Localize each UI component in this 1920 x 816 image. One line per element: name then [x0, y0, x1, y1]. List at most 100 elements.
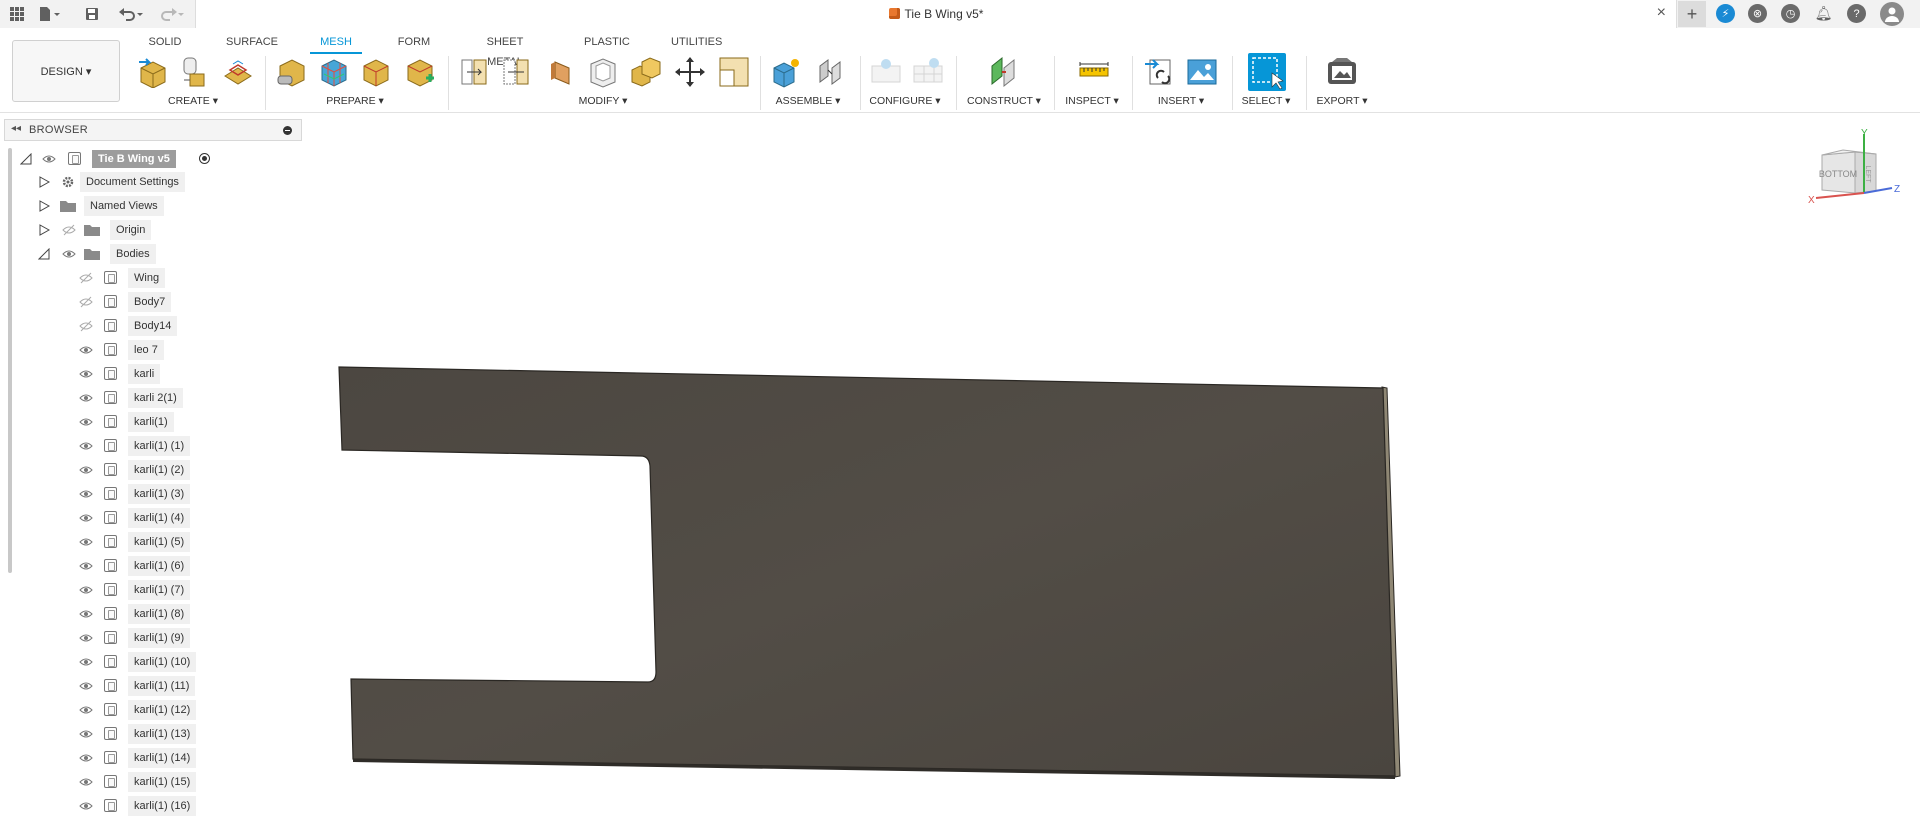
- configure-table-icon[interactable]: [870, 56, 902, 88]
- eye-icon[interactable]: [79, 440, 93, 452]
- expanded-triangle-icon[interactable]: [20, 153, 32, 165]
- eye-icon[interactable]: [42, 153, 56, 165]
- body-row[interactable]: karli(1) (5): [76, 532, 236, 552]
- workspace-switcher-button[interactable]: DESIGN ▾: [12, 40, 120, 102]
- body-row[interactable]: karli(1) (15): [76, 772, 236, 792]
- eye-icon[interactable]: [79, 800, 93, 812]
- new-tab-button[interactable]: +: [1678, 1, 1706, 27]
- redo-icon[interactable]: [156, 2, 186, 26]
- construct-menu[interactable]: CONSTRUCT ▾: [964, 94, 1044, 108]
- repair-icon[interactable]: [276, 56, 308, 88]
- eye-icon[interactable]: [79, 608, 93, 620]
- browser-folder-bodies[interactable]: Bodies: [38, 244, 238, 264]
- tessellate-icon[interactable]: [176, 56, 208, 88]
- body-row[interactable]: karli(1) (10): [76, 652, 236, 672]
- body-row[interactable]: karli(1) (16): [76, 796, 236, 816]
- collapse-panel-icon[interactable]: ◂◂: [11, 123, 21, 134]
- select-tool-button[interactable]: [1248, 53, 1286, 91]
- configure-menu[interactable]: CONFIGURE ▾: [866, 94, 944, 108]
- joint-icon[interactable]: [814, 56, 846, 88]
- help-icon[interactable]: ?: [1847, 4, 1866, 23]
- eye-hidden-icon[interactable]: [79, 272, 93, 284]
- body-row[interactable]: karli(1) (3): [76, 484, 236, 504]
- body-row[interactable]: karli(1) (6): [76, 556, 236, 576]
- document-tab[interactable]: Tie B Wing v5* ×: [195, 0, 1677, 28]
- plane-cut-icon[interactable]: [458, 56, 490, 88]
- file-menu-icon[interactable]: [36, 2, 62, 26]
- eye-icon[interactable]: [79, 656, 93, 668]
- export-icon[interactable]: [1326, 56, 1358, 88]
- browser-folder-document-settings[interactable]: Document Settings: [38, 172, 238, 192]
- body-row[interactable]: karli(1) (9): [76, 628, 236, 648]
- eye-icon[interactable]: [79, 464, 93, 476]
- collapsed-triangle-icon[interactable]: [38, 200, 50, 212]
- tab-mesh[interactable]: MESH: [310, 32, 362, 54]
- body-row[interactable]: karli(1) (2): [76, 460, 236, 480]
- body-row[interactable]: karli(1) (13): [76, 724, 236, 744]
- user-avatar[interactable]: [1880, 2, 1904, 26]
- eye-icon[interactable]: [79, 392, 93, 404]
- view-cube[interactable]: BOTTOM LEFT Y X Z: [1808, 128, 1908, 213]
- body-row[interactable]: karli(1) (7): [76, 580, 236, 600]
- collapsed-triangle-icon[interactable]: [38, 176, 50, 188]
- create-menu[interactable]: CREATE ▾: [160, 94, 226, 108]
- remesh-icon[interactable]: [318, 56, 350, 88]
- model-canvas[interactable]: [305, 113, 1920, 811]
- app-grid-icon[interactable]: [6, 2, 28, 26]
- browser-folder-named-views[interactable]: Named Views: [38, 196, 238, 216]
- prepare-menu[interactable]: PREPARE ▾: [318, 94, 392, 108]
- browser-scrollbar[interactable]: [8, 148, 12, 573]
- insert-derive-icon[interactable]: [1144, 56, 1176, 88]
- eye-icon[interactable]: [79, 488, 93, 500]
- inspect-menu[interactable]: INSPECT ▾: [1062, 94, 1122, 108]
- eye-icon[interactable]: [79, 752, 93, 764]
- save-icon[interactable]: [82, 2, 102, 26]
- body-row[interactable]: karli(1) (8): [76, 604, 236, 624]
- tab-utilities[interactable]: UTILITIES: [671, 32, 722, 52]
- insert-menu[interactable]: INSERT ▾: [1150, 94, 1212, 108]
- body-row[interactable]: karli 2(1): [76, 388, 236, 408]
- browser-header[interactable]: ◂◂ BROWSER: [4, 119, 302, 141]
- body-row[interactable]: karli(1) (1): [76, 436, 236, 456]
- eye-icon[interactable]: [79, 632, 93, 644]
- 3d-viewport[interactable]: [305, 113, 1920, 811]
- eye-hidden-icon[interactable]: [79, 320, 93, 332]
- separate-icon[interactable]: [500, 56, 532, 88]
- body-row[interactable]: karli(1): [76, 412, 236, 432]
- extensions-icon[interactable]: ⚡: [1716, 4, 1735, 23]
- generate-face-groups-icon[interactable]: [404, 56, 436, 88]
- eye-icon[interactable]: [79, 584, 93, 596]
- eye-icon[interactable]: [79, 536, 93, 548]
- body-row[interactable]: karli(1) (4): [76, 508, 236, 528]
- body-row[interactable]: karli(1) (11): [76, 676, 236, 696]
- eye-icon[interactable]: [79, 680, 93, 692]
- erase-and-fill-icon[interactable]: [545, 56, 577, 88]
- tab-form[interactable]: FORM: [397, 32, 431, 52]
- tab-plastic[interactable]: PLASTIC: [584, 32, 630, 52]
- export-menu[interactable]: EXPORT ▾: [1312, 94, 1372, 108]
- assemble-menu[interactable]: ASSEMBLE ▾: [772, 94, 844, 108]
- browser-folder-origin[interactable]: Origin: [38, 220, 238, 240]
- body-row[interactable]: karli: [76, 364, 236, 384]
- activate-radio-icon[interactable]: [199, 153, 210, 164]
- undo-icon[interactable]: [116, 2, 146, 26]
- eye-icon[interactable]: [79, 344, 93, 356]
- notifications-bell-icon[interactable]: 🔔︎: [1814, 4, 1833, 23]
- configure-rule-icon[interactable]: [912, 56, 944, 88]
- combine-icon[interactable]: [630, 56, 662, 88]
- eye-icon[interactable]: [79, 704, 93, 716]
- move-copy-icon[interactable]: [674, 56, 706, 88]
- eye-icon[interactable]: [79, 416, 93, 428]
- create-face-groups-icon[interactable]: [222, 56, 254, 88]
- tab-sheet-metal[interactable]: SHEET METAL: [468, 32, 542, 68]
- modify-menu[interactable]: MODIFY ▾: [568, 94, 638, 108]
- eye-hidden-icon[interactable]: [79, 296, 93, 308]
- close-tab-button[interactable]: ×: [1657, 4, 1666, 22]
- body-row[interactable]: Body14: [76, 316, 236, 336]
- body-row[interactable]: Body7: [76, 292, 236, 312]
- job-status-icon[interactable]: ◷: [1781, 4, 1800, 23]
- body-row[interactable]: karli(1) (12): [76, 700, 236, 720]
- measure-icon[interactable]: [1078, 56, 1110, 88]
- tab-solid[interactable]: SOLID: [148, 32, 182, 52]
- offset-plane-icon[interactable]: [988, 56, 1020, 88]
